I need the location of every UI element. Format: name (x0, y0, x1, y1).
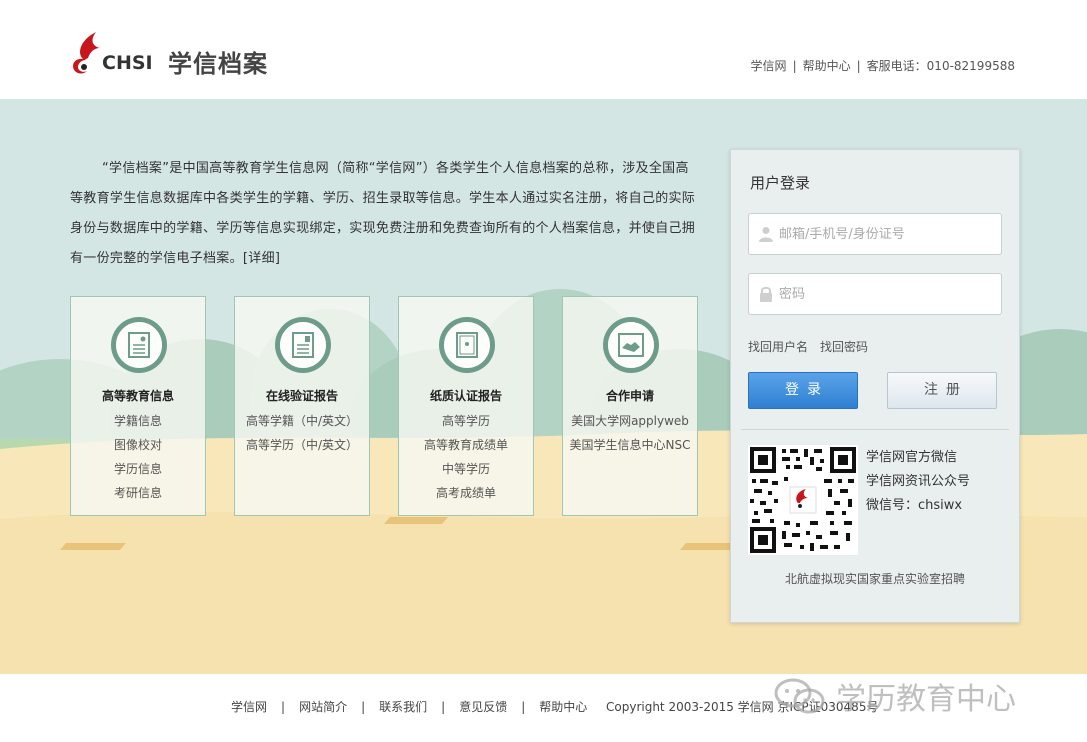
card-link[interactable]: 高等学籍（中/英文） (235, 409, 369, 433)
recruitment-link[interactable]: 北航虚拟现实国家重点实验室招聘 (731, 570, 1019, 587)
site-title: 学信档案 (168, 50, 268, 78)
footer-link-contact[interactable]: 联系我们 (379, 700, 427, 714)
password-field[interactable] (748, 273, 1002, 315)
footer-link-help[interactable]: 帮助中心 (539, 700, 587, 714)
login-panel: 用户登录 找回用户名找回密码 登录 注册 (730, 149, 1020, 623)
card-link[interactable]: 高等学历 (399, 409, 533, 433)
intro-more-link[interactable]: [详细] (243, 251, 280, 266)
wechat-qr-code (748, 445, 858, 555)
divider (741, 429, 1009, 430)
card-link[interactable]: 高等教育成绩单 (399, 433, 533, 457)
separator: | (521, 700, 526, 714)
top-link-help[interactable]: 帮助中心 (803, 59, 851, 73)
card-link[interactable]: 美国大学网applyweb (563, 409, 697, 433)
card-icon-circle (275, 317, 331, 373)
card-links: 高等学籍（中/英文） 高等学历（中/英文） (235, 409, 369, 457)
card-links: 高等学历 高等教育成绩单 中等学历 高考成绩单 (399, 409, 533, 505)
card-link[interactable]: 高等学历（中/英文） (235, 433, 369, 457)
hotline-text: 客服电话：010-82199588 (866, 59, 1015, 73)
card-higher-education-info: 高等教育信息 学籍信息 图像校对 学历信息 考研信息 (70, 296, 206, 516)
top-nav: 学信网 | 帮助中心 | 客服电话：010-82199588 (751, 57, 1015, 74)
intro-paragraph: “学信档案”是中国高等教育学生信息网（简称“学信网”）各类学生个人信息档案的总称… (70, 154, 702, 274)
username-field[interactable] (748, 213, 1002, 255)
wechat-line: 学信网官方微信 (866, 450, 958, 465)
username-input[interactable] (779, 226, 989, 242)
card-title: 合作申请 (605, 389, 654, 403)
paper-certificate-icon (456, 332, 478, 358)
card-title: 高等教育信息 (101, 389, 174, 403)
card-paper-certification: 纸质认证报告 高等学历 高等教育成绩单 中等学历 高考成绩单 (398, 296, 534, 516)
wechat-info: 学信网官方微信 学信网资讯公众号 微信号：chsiwx (866, 446, 970, 518)
card-cooperation: 合作申请 美国大学网applyweb 美国学生信息中心NSC (562, 296, 698, 516)
card-links: 学籍信息 图像校对 学历信息 考研信息 (71, 409, 205, 505)
card-icon-circle (439, 317, 495, 373)
online-report-icon (292, 332, 314, 358)
separator: | (856, 59, 861, 73)
card-online-verification: 在线验证报告 高等学籍（中/英文） 高等学历（中/英文） (234, 296, 370, 516)
top-link-chsi[interactable]: 学信网 (751, 59, 787, 73)
separator: | (281, 700, 286, 714)
chsi-logo[interactable]: CHSI 学信档案 (70, 30, 267, 78)
footer-link-feedback[interactable]: 意见反馈 (459, 700, 507, 714)
logo-chsi-text: CHSI (102, 52, 153, 74)
watermark: 学历教育中心 (774, 674, 1016, 718)
card-link[interactable]: 图像校对 (71, 433, 205, 457)
recovery-links: 找回用户名 找回密码 (748, 338, 880, 355)
separator: | (361, 700, 366, 714)
separator: | (441, 700, 446, 714)
find-password-link[interactable]: 找回密码 (820, 340, 868, 354)
student-file-icon (128, 332, 150, 358)
site-footer: 学信网 | 网站简介 | 联系我们 | 意见反馈 | 帮助中心 Copyright 2003-2… (0, 674, 1087, 742)
card-link[interactable]: 高考成绩单 (399, 481, 533, 505)
card-link[interactable]: 考研信息 (71, 481, 205, 505)
card-link[interactable]: 中等学历 (399, 457, 533, 481)
user-icon (759, 227, 773, 242)
separator: | (792, 59, 797, 73)
password-input[interactable] (779, 286, 989, 302)
card-title: 纸质认证报告 (429, 389, 502, 403)
footer-link-about[interactable]: 网站简介 (299, 700, 347, 714)
card-icon-circle (111, 317, 167, 373)
card-link[interactable]: 学历信息 (71, 457, 205, 481)
card-title: 在线验证报告 (265, 389, 338, 403)
logo-mark: CHSI (70, 30, 153, 76)
register-button[interactable]: 注册 (887, 372, 997, 409)
login-button[interactable]: 登录 (748, 372, 858, 409)
wechat-line: 学信网资讯公众号 (866, 474, 971, 489)
card-links: 美国大学网applyweb 美国学生信息中心NSC (563, 409, 697, 457)
footer-link-chsi[interactable]: 学信网 (231, 700, 267, 714)
watermark-text: 学历教育中心 (836, 682, 1016, 717)
site-header: CHSI 学信档案 学信网 | 帮助中心 | 客服电话：010-82199588 (0, 0, 1087, 99)
card-icon-circle (603, 317, 659, 373)
card-link[interactable]: 学籍信息 (71, 409, 205, 433)
find-username-link[interactable]: 找回用户名 (748, 340, 808, 354)
footer-nav: 学信网 | 网站简介 | 联系我们 | 意见反馈 | 帮助中心 (231, 698, 587, 715)
card-link[interactable]: 美国学生信息中心NSC (563, 433, 697, 457)
handshake-icon (618, 333, 644, 357)
wechat-line: 微信号：chsiwx (866, 498, 963, 513)
lock-icon (760, 286, 772, 302)
wechat-icon (774, 678, 825, 714)
intro-text: “学信档案”是中国高等教育学生信息网（简称“学信网”）各类学生个人信息档案的总称… (70, 161, 696, 266)
login-title: 用户登录 (750, 174, 811, 192)
main-banner: “学信档案”是中国高等教育学生信息网（简称“学信网”）各类学生个人信息档案的总称… (0, 99, 1087, 674)
